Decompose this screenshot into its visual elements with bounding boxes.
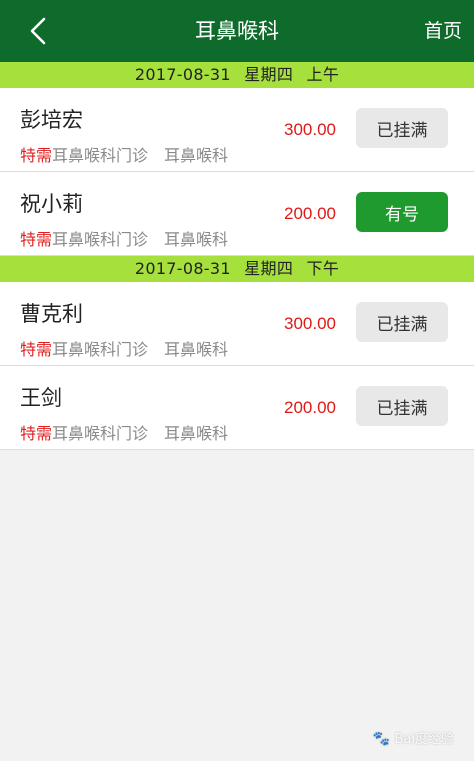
special-tag: 特需 bbox=[20, 230, 53, 249]
dept-line: 特需耳鼻喉科门诊 耳鼻喉科 bbox=[20, 142, 228, 166]
fee-amount: 200.00 bbox=[284, 398, 336, 417]
section-date: 2017-08-31 bbox=[134, 259, 231, 278]
dept-line: 特需耳鼻喉科门诊 耳鼻喉科 bbox=[20, 420, 228, 444]
dept-name: 耳鼻喉科门诊 bbox=[52, 424, 149, 443]
fee-amount: 200.00 bbox=[284, 204, 336, 223]
section-header-afternoon: 2017-08-31 星期四 下午 bbox=[0, 256, 474, 282]
section-date: 2017-08-31 bbox=[134, 65, 231, 84]
book-available-button[interactable]: 有号 bbox=[356, 192, 448, 232]
dept-name: 耳鼻喉科门诊 bbox=[52, 146, 149, 165]
dept-sub: 耳鼻喉科 bbox=[164, 230, 229, 249]
section-header-morning: 2017-08-31 星期四 上午 bbox=[0, 62, 474, 88]
status-button[interactable]: 已挂满 bbox=[356, 386, 448, 426]
special-tag: 特需 bbox=[20, 340, 53, 359]
section-period: 下午 bbox=[306, 259, 340, 278]
list-item[interactable]: 王剑 特需耳鼻喉科门诊 耳鼻喉科 200.00 已挂满 bbox=[0, 366, 474, 450]
watermark-text: Bai度经验 bbox=[394, 732, 455, 747]
dept-name: 耳鼻喉科门诊 bbox=[52, 230, 149, 249]
section-weekday: 星期四 bbox=[244, 259, 294, 278]
status-button[interactable]: 已挂满 bbox=[356, 302, 448, 342]
doctor-name: 彭培宏 bbox=[20, 108, 83, 132]
home-button[interactable]: 首页 bbox=[424, 0, 462, 62]
dept-sub: 耳鼻喉科 bbox=[164, 424, 229, 443]
special-tag: 特需 bbox=[20, 424, 53, 443]
paw-icon: 🐾 bbox=[372, 731, 391, 747]
status-button[interactable]: 已挂满 bbox=[356, 108, 448, 148]
schedule-list: 2017-08-31 星期四 上午 彭培宏 特需耳鼻喉科门诊 耳鼻喉科 300.0… bbox=[0, 62, 474, 450]
doctor-name: 祝小莉 bbox=[20, 192, 83, 216]
list-item[interactable]: 彭培宏 特需耳鼻喉科门诊 耳鼻喉科 300.00 已挂满 bbox=[0, 88, 474, 172]
dept-sub: 耳鼻喉科 bbox=[164, 146, 229, 165]
dept-sub: 耳鼻喉科 bbox=[164, 340, 229, 359]
list-item[interactable]: 祝小莉 特需耳鼻喉科门诊 耳鼻喉科 200.00 有号 bbox=[0, 172, 474, 256]
list-item[interactable]: 曹克利 特需耳鼻喉科门诊 耳鼻喉科 300.00 已挂满 bbox=[0, 282, 474, 366]
fee-amount: 300.00 bbox=[284, 120, 336, 139]
section-period: 上午 bbox=[306, 65, 340, 84]
doctor-name: 王剑 bbox=[20, 386, 62, 410]
section-weekday: 星期四 bbox=[244, 65, 294, 84]
dept-line: 特需耳鼻喉科门诊 耳鼻喉科 bbox=[20, 226, 228, 250]
dept-name: 耳鼻喉科门诊 bbox=[52, 340, 149, 359]
page-title: 耳鼻喉科 bbox=[195, 19, 279, 43]
watermark: 🐾 Bai度经验 bbox=[373, 728, 454, 747]
app-header: 耳鼻喉科 首页 bbox=[0, 0, 474, 62]
fee-amount: 300.00 bbox=[284, 314, 336, 333]
dept-line: 特需耳鼻喉科门诊 耳鼻喉科 bbox=[20, 336, 228, 360]
doctor-name: 曹克利 bbox=[20, 302, 83, 326]
special-tag: 特需 bbox=[20, 146, 53, 165]
